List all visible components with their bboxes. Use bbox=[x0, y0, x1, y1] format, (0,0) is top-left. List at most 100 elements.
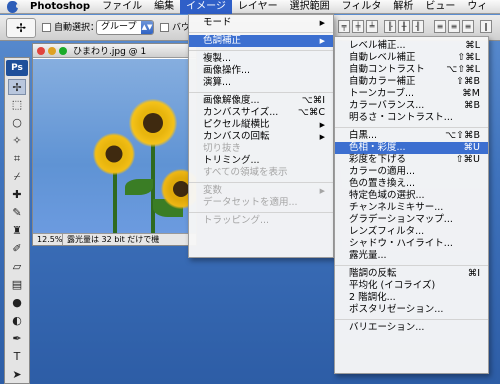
photoshop-logo[interactable]: Ps bbox=[6, 60, 28, 76]
dodge-tool-icon[interactable]: ◐ bbox=[8, 313, 26, 329]
adjust-menu-item[interactable]: 明るさ・コントラスト... bbox=[335, 112, 488, 124]
image-menu-item: 変数 ▶ bbox=[189, 185, 333, 197]
auto-select-checkbox[interactable] bbox=[42, 23, 51, 32]
lasso-tool-icon[interactable]: ○ bbox=[8, 115, 26, 131]
minimize-button[interactable] bbox=[48, 46, 56, 55]
adjust-menu-item[interactable]: 階調の反転 ⌘I bbox=[335, 268, 488, 280]
adjust-menu-item[interactable]: 色相・彩度... ⌘U bbox=[335, 142, 488, 154]
adjust-menu-item[interactable]: バリエーション... bbox=[335, 322, 488, 334]
adjust-menu-item[interactable]: ポスタリゼーション... bbox=[335, 304, 488, 316]
document-window: ひまわり.jpg @ 1 12.5% 露光量は 32 bit だけで機 bbox=[32, 43, 197, 246]
marquee-tool-icon[interactable]: ⬚ bbox=[8, 97, 26, 113]
adjust-menu-item[interactable]: レベル補正... ⌘L bbox=[335, 40, 488, 52]
adjust-menu-item[interactable]: 自動コントラスト ⌥⇧⌘L bbox=[335, 64, 488, 76]
apple-menu[interactable] bbox=[0, 0, 24, 14]
shortcut-label: ⌥⌘C bbox=[297, 107, 325, 118]
adjust-menu-item[interactable]: トーンカーブ... ⌘M bbox=[335, 88, 488, 100]
adjust-menu-item[interactable]: レンズフィルタ... bbox=[335, 226, 488, 238]
gradient-tool-icon[interactable]: ▤ bbox=[8, 277, 26, 293]
image-menu-item[interactable]: ピクセル縦横比 ▶ bbox=[189, 119, 333, 131]
healing-brush-tool-icon[interactable]: ✚ bbox=[8, 187, 26, 203]
menu-analysis[interactable]: 解析 bbox=[387, 0, 419, 14]
align-right-icon[interactable]: ╢ bbox=[412, 20, 424, 33]
adjust-menu-item-label: カラーバランス... bbox=[349, 100, 425, 111]
image-menu-item[interactable]: 画像解像度... ⌥⌘I bbox=[189, 95, 333, 107]
zoom-level[interactable]: 12.5% bbox=[33, 234, 63, 245]
adjust-menu-item[interactable]: シャドウ・ハイライト... bbox=[335, 238, 488, 250]
adjust-menu-item[interactable]: グラデーションマップ... bbox=[335, 214, 488, 226]
type-tool-icon[interactable]: T bbox=[8, 349, 26, 365]
image-menu-item[interactable]: カンバスの回転 ▶ bbox=[189, 131, 333, 143]
menu-image[interactable]: イメージ bbox=[180, 0, 232, 14]
image-menu-item[interactable]: カンバスサイズ... ⌥⌘C bbox=[189, 107, 333, 119]
adjust-menu-item[interactable]: 特定色域の選択... bbox=[335, 190, 488, 202]
image-menu-item[interactable]: 複製... bbox=[189, 53, 333, 65]
adjust-menu-item[interactable]: 露光量... bbox=[335, 250, 488, 262]
auto-select-label: 自動選択： bbox=[54, 23, 100, 33]
image-menu-item-label: モード bbox=[203, 17, 232, 28]
submenu-arrow-icon: ▶ bbox=[319, 19, 325, 27]
menu-layer[interactable]: レイヤー bbox=[232, 0, 284, 14]
adjust-menu-item[interactable]: 彩度を下げる ⇧⌘U bbox=[335, 154, 488, 166]
shortcut-label: ⌥⇧⌘L bbox=[446, 64, 480, 75]
adjust-menu-item[interactable]: カラーバランス... ⌘B bbox=[335, 100, 488, 112]
show-bounds-checkbox[interactable] bbox=[160, 23, 169, 32]
align-center-icon[interactable]: ╫ bbox=[398, 20, 410, 33]
image-menu-item[interactable]: 色調補正 ▶ bbox=[189, 35, 333, 47]
blur-tool-icon[interactable]: ● bbox=[8, 295, 26, 311]
adjust-menu-item[interactable]: 白黒... ⌥⇧⌘B bbox=[335, 130, 488, 142]
brush-tool-icon[interactable]: ✎ bbox=[8, 205, 26, 221]
move-tool-icon[interactable]: ✢ bbox=[8, 79, 26, 95]
auto-select-dropdown[interactable]: グループ ▲▼ bbox=[96, 20, 154, 35]
adjust-menu-item[interactable]: 色の置き換え... bbox=[335, 178, 488, 190]
distribute-middle-icon[interactable]: ≡ bbox=[448, 20, 460, 33]
path-selection-tool-icon[interactable]: ➤ bbox=[8, 367, 26, 383]
adjust-menu-item[interactable]: 自動レベル補正 ⇧⌘L bbox=[335, 52, 488, 64]
zoom-button[interactable] bbox=[59, 46, 67, 55]
align-left-icon[interactable]: ╟ bbox=[384, 20, 396, 33]
window-controls bbox=[37, 46, 67, 55]
adjust-menu-item-label: 白黒... bbox=[349, 130, 378, 141]
image-menu-item[interactable]: 画像操作... bbox=[189, 65, 333, 77]
align-middle-icon[interactable]: ╪ bbox=[352, 20, 364, 33]
image-canvas[interactable] bbox=[33, 59, 196, 235]
status-info: 露光量は 32 bit だけで機 bbox=[67, 235, 160, 244]
slice-tool-icon[interactable]: ⌿ bbox=[8, 169, 26, 185]
adjust-menu-item[interactable]: チャンネルミキサー... bbox=[335, 202, 488, 214]
crop-tool-icon[interactable]: ⌗ bbox=[8, 151, 26, 167]
image-menu-item-label: 切り抜き bbox=[203, 143, 242, 154]
adjust-menu-item[interactable]: 2 階調化... bbox=[335, 292, 488, 304]
menu-select[interactable]: 選択範囲 bbox=[284, 0, 336, 14]
move-tool-preset-button[interactable]: ✢ bbox=[6, 18, 36, 38]
align-bottom-icon[interactable]: ╧ bbox=[366, 20, 378, 33]
adjust-menu-item[interactable]: カラーの適用... bbox=[335, 166, 488, 178]
distribute-top-icon[interactable]: ≡ bbox=[434, 20, 446, 33]
eraser-tool-icon[interactable]: ▱ bbox=[8, 259, 26, 275]
magic-wand-tool-icon[interactable]: ✧ bbox=[8, 133, 26, 149]
history-brush-tool-icon[interactable]: ✐ bbox=[8, 241, 26, 257]
image-menu-item-label: データセットを適用... bbox=[203, 197, 298, 208]
adjust-menu-item[interactable]: 自動カラー補正 ⇧⌘B bbox=[335, 76, 488, 88]
clone-stamp-tool-icon[interactable]: ♜ bbox=[8, 223, 26, 239]
close-button[interactable] bbox=[37, 46, 45, 55]
adjust-menu-item-label: 彩度を下げる bbox=[349, 154, 407, 165]
document-status-bar: 12.5% 露光量は 32 bit だけで機 bbox=[33, 233, 196, 245]
menu-view[interactable]: ビュー bbox=[419, 0, 461, 14]
menu-window[interactable]: ウィ bbox=[461, 0, 493, 14]
adjust-menu-item[interactable]: 平均化 (イコライズ) bbox=[335, 280, 488, 292]
image-menu-item[interactable]: トリミング... bbox=[189, 155, 333, 167]
adjust-menu-item-label: 階調の反転 bbox=[349, 268, 397, 279]
menu-file[interactable]: ファイル bbox=[96, 0, 148, 14]
menu-edit[interactable]: 編集 bbox=[148, 0, 180, 14]
sunflower-image bbox=[93, 133, 135, 175]
adjust-menu-item-label: 自動レベル補正 bbox=[349, 52, 416, 63]
image-menu-dropdown: モード ▶ 色調補正 ▶ 複製... 画像操作... 演算... 画像解像度... ⌥⌘I カンバ… bbox=[188, 14, 334, 258]
image-menu-item[interactable]: モード ▶ bbox=[189, 17, 333, 29]
pen-tool-icon[interactable]: ✒ bbox=[8, 331, 26, 347]
app-menu[interactable]: Photoshop bbox=[24, 0, 96, 14]
distribute-left-icon[interactable]: ‖ bbox=[480, 20, 492, 33]
align-top-icon[interactable]: ╤ bbox=[338, 20, 350, 33]
image-menu-item[interactable]: 演算... bbox=[189, 77, 333, 89]
distribute-bottom-icon[interactable]: ≡ bbox=[462, 20, 474, 33]
menu-filter[interactable]: フィルタ bbox=[336, 0, 388, 14]
